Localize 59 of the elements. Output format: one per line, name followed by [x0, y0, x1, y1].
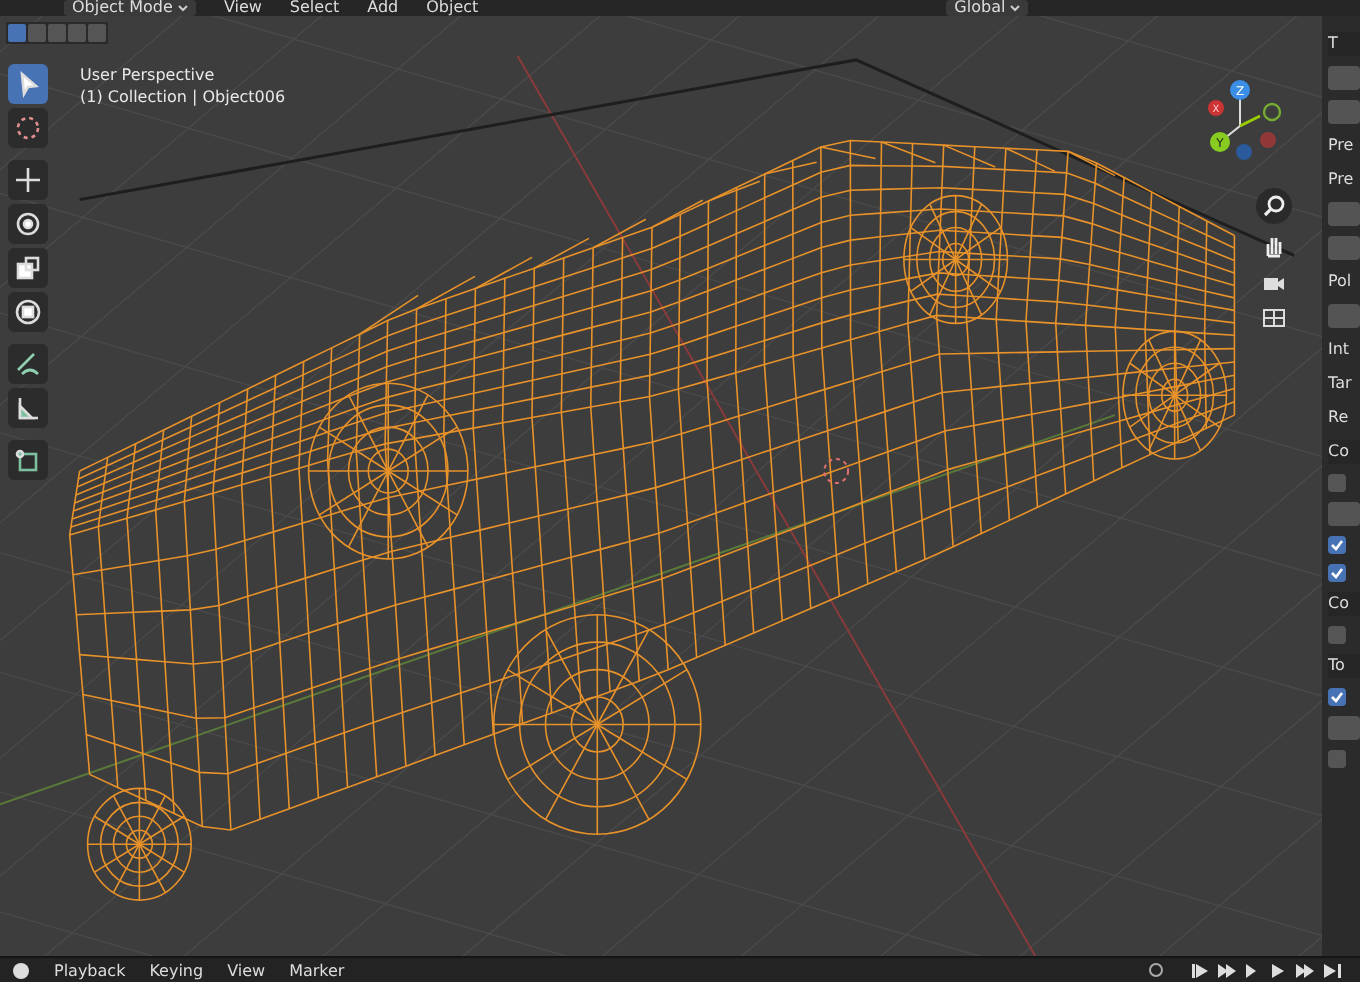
add-tool-button[interactable]	[8, 440, 48, 480]
dashed-circle-icon	[14, 114, 42, 142]
record-button[interactable]	[1148, 962, 1165, 978]
select-tool-button[interactable]	[8, 64, 48, 104]
mode-dropdown[interactable]: Object Mode	[64, 0, 196, 16]
property-label: Pre	[1328, 134, 1356, 158]
checkbox[interactable]	[1328, 536, 1346, 554]
property-field[interactable]	[1328, 716, 1360, 740]
checkbox[interactable]	[1328, 750, 1346, 768]
property-field[interactable]	[1328, 66, 1360, 90]
rotate-tool-button[interactable]	[8, 204, 48, 244]
property-field[interactable]	[1328, 502, 1360, 526]
cross-arrows-icon	[14, 166, 42, 194]
caret-icon	[177, 4, 188, 12]
property-label: Pre	[1328, 168, 1356, 192]
property-label: Pol	[1328, 270, 1354, 294]
measure-tool-button[interactable]	[8, 388, 48, 428]
checkbox[interactable]	[1328, 626, 1346, 644]
rotate-icon	[14, 210, 42, 238]
transform-icon	[14, 298, 42, 326]
panel-heading[interactable]: T	[1328, 32, 1360, 56]
scale-tool-button[interactable]	[8, 248, 48, 288]
view-title: User Perspective	[80, 64, 217, 86]
pencil-icon	[14, 350, 42, 378]
cursor-tool-button[interactable]	[8, 108, 48, 148]
orientation-dropdown[interactable]: Global	[946, 0, 1029, 16]
panel-heading[interactable]: Co	[1328, 592, 1360, 616]
menu-item[interactable]: Keying	[149, 961, 204, 979]
property-field[interactable]	[1328, 236, 1360, 260]
move-tool-button[interactable]	[8, 160, 48, 200]
grid-icon[interactable]	[1260, 304, 1288, 332]
checkbox[interactable]	[1328, 564, 1346, 582]
menu-item[interactable]: Add	[367, 0, 399, 16]
checkbox[interactable]	[1328, 474, 1346, 492]
ruler-icon	[14, 394, 42, 422]
annotate-tool-button[interactable]	[8, 344, 48, 384]
property-field[interactable]	[1328, 202, 1360, 226]
property-label: Re	[1328, 406, 1351, 430]
panel-heading[interactable]: Co	[1328, 440, 1360, 464]
property-field[interactable]	[1328, 304, 1360, 328]
menu-item[interactable]: Playback	[54, 961, 126, 979]
scale-icon	[14, 254, 42, 282]
zoom-icon[interactable]	[1256, 188, 1292, 224]
caret-icon	[1010, 4, 1021, 12]
property-label: Tar	[1328, 372, 1354, 396]
collection-label: (1) Collection | Object006	[80, 86, 286, 108]
menu-item[interactable]: View	[227, 961, 266, 979]
menu-item[interactable]: Marker	[289, 961, 345, 979]
menu-item[interactable]: Select	[289, 0, 340, 16]
property-label: Int	[1328, 338, 1352, 362]
cursor-arrow-icon	[14, 70, 42, 98]
3d-cursor-icon	[823, 458, 850, 484]
menu-item[interactable]: View	[223, 0, 262, 16]
property-field[interactable]	[1328, 100, 1360, 124]
cube-icon	[14, 446, 42, 474]
panel-heading[interactable]: To	[1328, 654, 1360, 678]
transform-tool-button[interactable]	[8, 292, 48, 332]
checkbox[interactable]	[1328, 688, 1346, 706]
menu-item[interactable]: Object	[426, 0, 479, 16]
